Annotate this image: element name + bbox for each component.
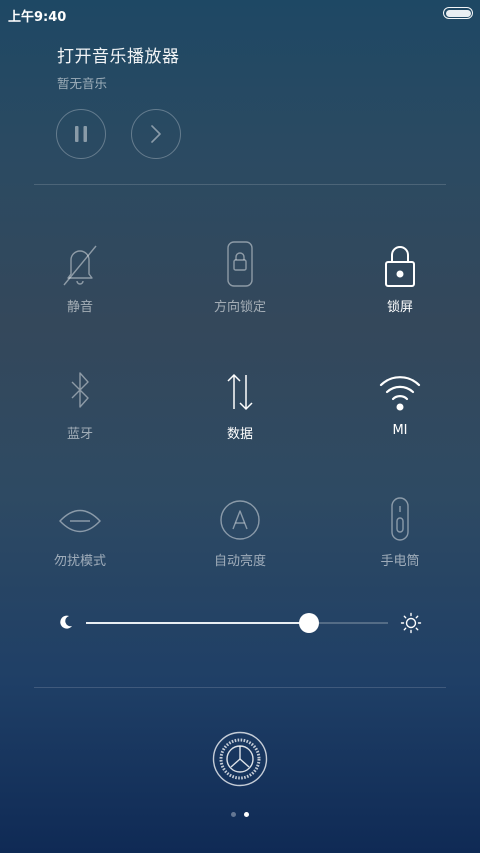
brightness-slider[interactable] <box>50 608 430 638</box>
toggle-flashlight[interactable]: 手电筒 <box>340 490 460 569</box>
toggle-label: 手电筒 <box>380 554 420 569</box>
pause-icon <box>75 126 87 142</box>
toggle-auto-brightness[interactable]: 自动亮度 <box>180 490 300 569</box>
toggle-label: 锁屏 <box>386 300 413 315</box>
toggle-bluetooth[interactable]: 蓝牙 <box>20 363 140 442</box>
top-divider <box>34 184 446 185</box>
moon-icon <box>60 615 72 629</box>
toggle-rotation-lock[interactable]: 方向锁定 <box>180 236 300 315</box>
settings-button[interactable] <box>212 731 268 787</box>
pause-button[interactable] <box>56 109 106 159</box>
toggle-label: 数据 <box>226 427 253 442</box>
auto-brightness-icon <box>220 500 260 540</box>
toggle-lock-screen[interactable]: 锁屏 <box>340 236 460 315</box>
wifi-icon <box>379 376 421 411</box>
status-bar: 上午9:40 <box>0 0 480 26</box>
toggle-mute[interactable]: 静音 <box>20 236 140 315</box>
status-time: 上午9:40 <box>8 10 67 25</box>
toggle-label: 蓝牙 <box>66 427 93 442</box>
brightness-fill <box>86 622 310 624</box>
page-indicator <box>0 812 480 820</box>
lock-icon <box>385 246 415 287</box>
do-not-disturb-icon <box>59 509 101 533</box>
battery-icon <box>443 7 473 19</box>
mobile-data-icon <box>227 373 253 411</box>
rotation-lock-icon <box>227 241 253 287</box>
toggle-label: 勿扰模式 <box>53 554 106 569</box>
toggle-do-not-disturb[interactable]: 勿扰模式 <box>20 490 140 569</box>
music-info[interactable]: 打开音乐播放器 暂无音乐 <box>57 42 180 92</box>
toggle-mobile-data[interactable]: 数据 <box>180 363 300 442</box>
brightness-track[interactable] <box>86 613 388 633</box>
toggle-label: 静音 <box>66 300 93 315</box>
page-dot[interactable] <box>231 812 236 817</box>
toggle-label: MI <box>392 423 408 438</box>
sun-icon <box>400 612 422 634</box>
next-button[interactable] <box>131 109 181 159</box>
music-title[interactable]: 打开音乐播放器 <box>57 42 180 67</box>
page-dot-active[interactable] <box>244 812 249 817</box>
toggle-label: 方向锁定 <box>213 300 266 315</box>
brightness-thumb[interactable] <box>299 613 320 633</box>
flashlight-icon <box>391 497 409 541</box>
bottom-divider <box>34 687 446 688</box>
toggle-label: 自动亮度 <box>213 554 266 569</box>
chevron-right-icon <box>151 125 161 143</box>
bluetooth-icon <box>71 372 89 408</box>
gear-icon <box>212 731 268 787</box>
music-subtitle: 暂无音乐 <box>57 76 108 91</box>
bell-muted-icon <box>63 245 97 286</box>
toggle-wifi[interactable]: MI <box>340 363 460 438</box>
